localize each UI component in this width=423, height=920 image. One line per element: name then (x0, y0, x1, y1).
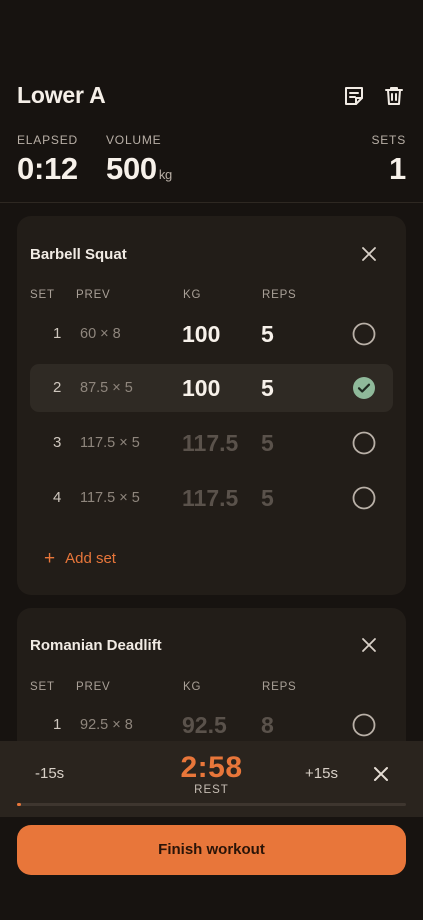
reps-input[interactable]: 5 (261, 419, 274, 467)
previous-value[interactable]: 87.5 × 5 (80, 364, 133, 412)
reps-input[interactable]: 5 (261, 310, 274, 358)
workout-stats: ELAPSED 0:12 VOLUME 500 kg SETS 1 (17, 133, 406, 193)
note-icon[interactable] (342, 84, 366, 108)
sets-label: SETS (371, 133, 406, 147)
volume-value: 500 (106, 151, 157, 186)
sets-stat: SETS 1 (371, 133, 406, 187)
sets-value: 1 (389, 151, 406, 186)
rest-timer-label: REST (194, 784, 229, 796)
column-kg: KG (183, 681, 202, 693)
set-number: 2 (53, 379, 62, 396)
previous-value[interactable]: 117.5 × 5 (80, 474, 140, 522)
volume-label: VOLUME (106, 133, 162, 147)
complete-circle-icon[interactable] (352, 486, 376, 510)
reps-input[interactable]: 5 (261, 364, 274, 412)
column-reps: REPS (262, 289, 297, 301)
trash-icon[interactable] (382, 84, 406, 108)
weight-input[interactable]: 117.5 (182, 419, 238, 467)
rest-timer-bar: -15s 2:58 REST +15s (0, 741, 423, 817)
column-reps: REPS (262, 681, 297, 693)
set-number: 3 (53, 434, 62, 451)
workout-header: Lower A (17, 80, 406, 114)
exercise-card-barbell-squat: Barbell Squat SET PREV KG REPS 1 60 × 8 … (17, 216, 406, 595)
elapsed-label: ELAPSED (17, 133, 78, 147)
workout-title[interactable]: Lower A (17, 82, 106, 109)
close-icon[interactable] (372, 765, 390, 783)
check-circle-icon[interactable] (352, 376, 376, 400)
add-set-button[interactable]: + Add set (44, 547, 116, 569)
previous-value[interactable]: 60 × 8 (80, 310, 121, 358)
set-row: 1 60 × 8 100 5 (30, 310, 393, 358)
set-row: 4 117.5 × 5 117.5 5 (30, 474, 393, 522)
volume-unit: kg (158, 167, 172, 182)
set-number: 1 (53, 325, 62, 342)
column-set: SET (30, 681, 55, 693)
set-number: 4 (53, 489, 62, 506)
exercise-name[interactable]: Barbell Squat (30, 246, 127, 263)
plus-icon: + (44, 548, 56, 569)
reps-input[interactable]: 5 (261, 474, 274, 522)
column-set: SET (30, 289, 55, 301)
rest-progress-fill (17, 803, 21, 806)
plus-15s-button[interactable]: +15s (305, 765, 338, 782)
weight-input[interactable]: 100 (182, 364, 220, 412)
previous-value[interactable]: 117.5 × 5 (80, 419, 140, 467)
volume-value-wrap: 500 kg (106, 151, 172, 187)
column-kg: KG (183, 289, 202, 301)
set-row-completed: 2 87.5 × 5 100 5 (30, 364, 393, 412)
volume-stat: VOLUME 500 kg (106, 133, 172, 187)
elapsed-stat: ELAPSED 0:12 (17, 133, 78, 187)
exercise-name[interactable]: Romanian Deadlift (30, 637, 162, 654)
weight-input[interactable]: 100 (182, 310, 220, 358)
add-set-label: Add set (65, 550, 116, 567)
rest-timer-value: 2:58 (180, 751, 243, 784)
column-prev: PREV (76, 289, 111, 301)
complete-circle-icon[interactable] (352, 322, 376, 346)
weight-input[interactable]: 117.5 (182, 474, 238, 522)
column-prev: PREV (76, 681, 111, 693)
header-divider (0, 202, 423, 203)
complete-circle-icon[interactable] (352, 431, 376, 455)
close-icon[interactable] (360, 636, 378, 654)
complete-circle-icon[interactable] (352, 713, 376, 737)
rest-progress-track (17, 803, 406, 806)
elapsed-value: 0:12 (17, 151, 78, 186)
close-icon[interactable] (360, 245, 378, 263)
finish-workout-button[interactable]: Finish workout (17, 825, 406, 875)
set-row: 3 117.5 × 5 117.5 5 (30, 419, 393, 467)
